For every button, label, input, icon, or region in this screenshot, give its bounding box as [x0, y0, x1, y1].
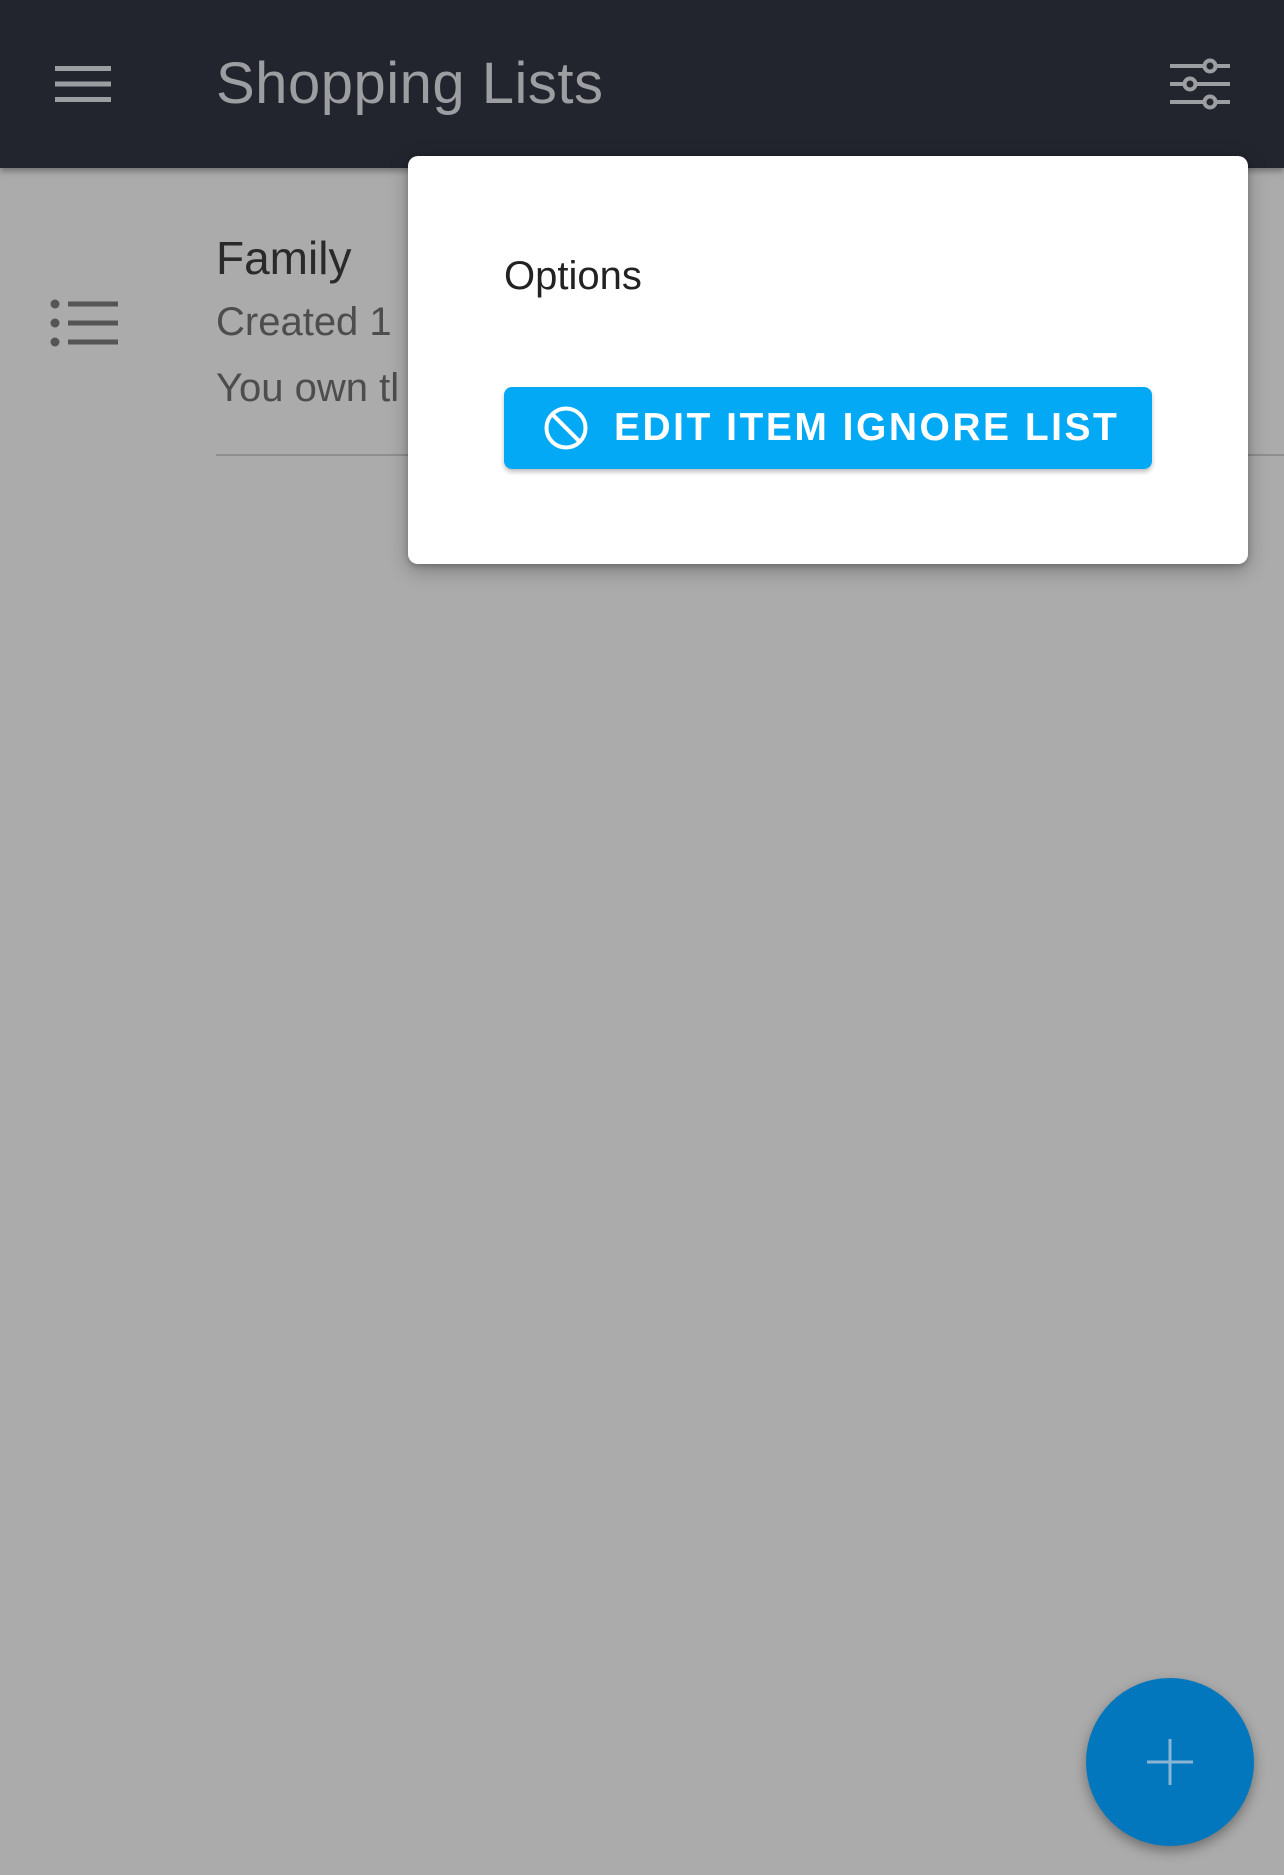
page-title: Shopping Lists [216, 51, 604, 116]
app-bar: Shopping Lists [0, 0, 1284, 168]
list-created-date: Created 1 [216, 300, 392, 344]
list-name: Family [216, 232, 352, 284]
add-list-button[interactable] [1086, 1678, 1254, 1846]
menu-button[interactable] [40, 46, 126, 122]
edit-item-ignore-list-button[interactable]: EDIT ITEM IGNORE LIST [504, 387, 1152, 469]
list-owner-text: You own tl [216, 366, 400, 410]
list-icon [50, 299, 118, 347]
hamburger-menu-icon [55, 66, 111, 102]
plus-icon [1147, 1739, 1193, 1785]
options-title: Options [504, 254, 642, 298]
sliders-options-icon [1170, 58, 1230, 110]
options-popup: Options EDIT ITEM IGNORE LIST [408, 156, 1248, 564]
edit-item-ignore-list-label: EDIT ITEM IGNORE LIST [614, 406, 1120, 449]
options-button[interactable] [1160, 46, 1240, 122]
block-icon [542, 404, 590, 452]
